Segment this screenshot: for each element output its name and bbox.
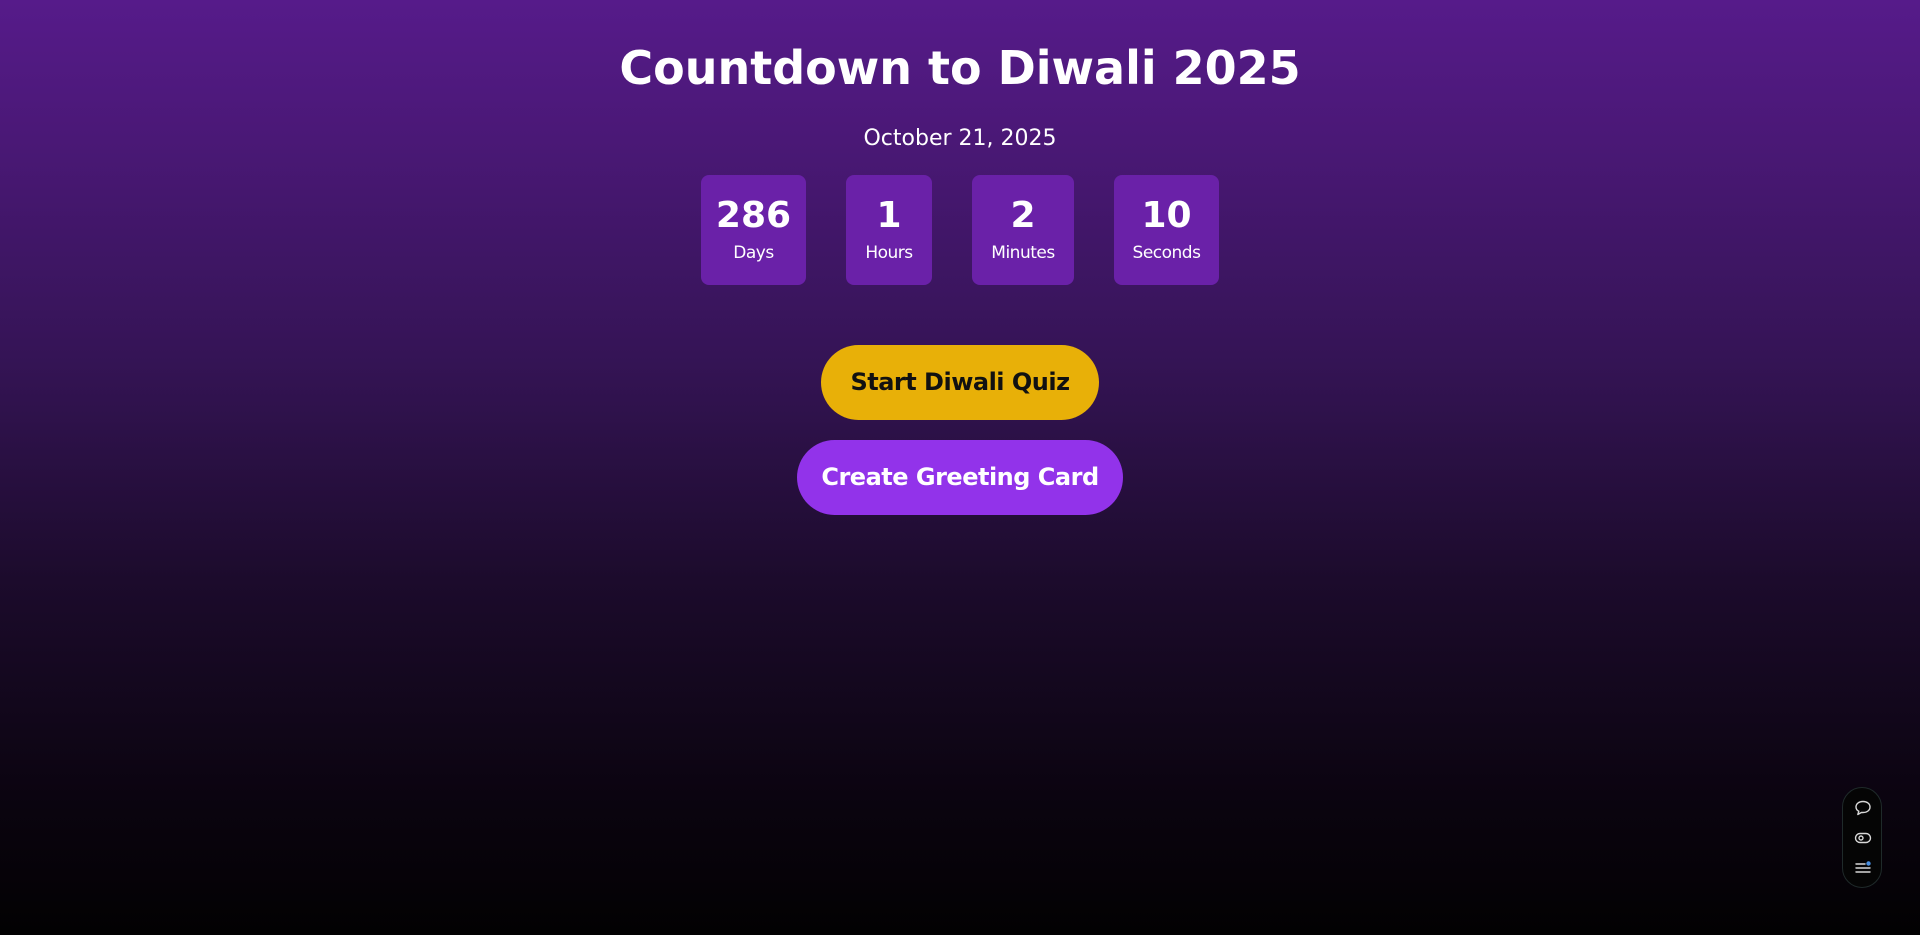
minutes-label: Minutes bbox=[991, 243, 1055, 263]
list-settings-icon[interactable] bbox=[1853, 858, 1873, 878]
floating-widget-rail bbox=[1842, 787, 1882, 888]
countdown-minutes: 2 Minutes bbox=[972, 175, 1074, 285]
target-date: October 21, 2025 bbox=[863, 126, 1057, 151]
seconds-value: 10 bbox=[1141, 195, 1192, 236]
eye-icon[interactable] bbox=[1853, 828, 1873, 848]
days-label: Days bbox=[733, 243, 774, 263]
countdown-seconds: 10 Seconds bbox=[1114, 175, 1219, 285]
countdown-hours: 1 Hours bbox=[846, 175, 932, 285]
page-title: Countdown to Diwali 2025 bbox=[619, 41, 1301, 95]
seconds-label: Seconds bbox=[1132, 243, 1201, 263]
countdown-timer: 286 Days 1 Hours 2 Minutes 10 Seconds bbox=[0, 175, 1920, 285]
hours-label: Hours bbox=[865, 243, 913, 263]
chat-bubble-icon[interactable] bbox=[1853, 798, 1873, 818]
start-quiz-button[interactable]: Start Diwali Quiz bbox=[821, 345, 1099, 420]
days-value: 286 bbox=[715, 195, 792, 236]
create-greeting-card-button[interactable]: Create Greeting Card bbox=[797, 440, 1123, 515]
minutes-value: 2 bbox=[1010, 195, 1036, 236]
hours-value: 1 bbox=[876, 195, 902, 236]
countdown-days: 286 Days bbox=[701, 175, 806, 285]
